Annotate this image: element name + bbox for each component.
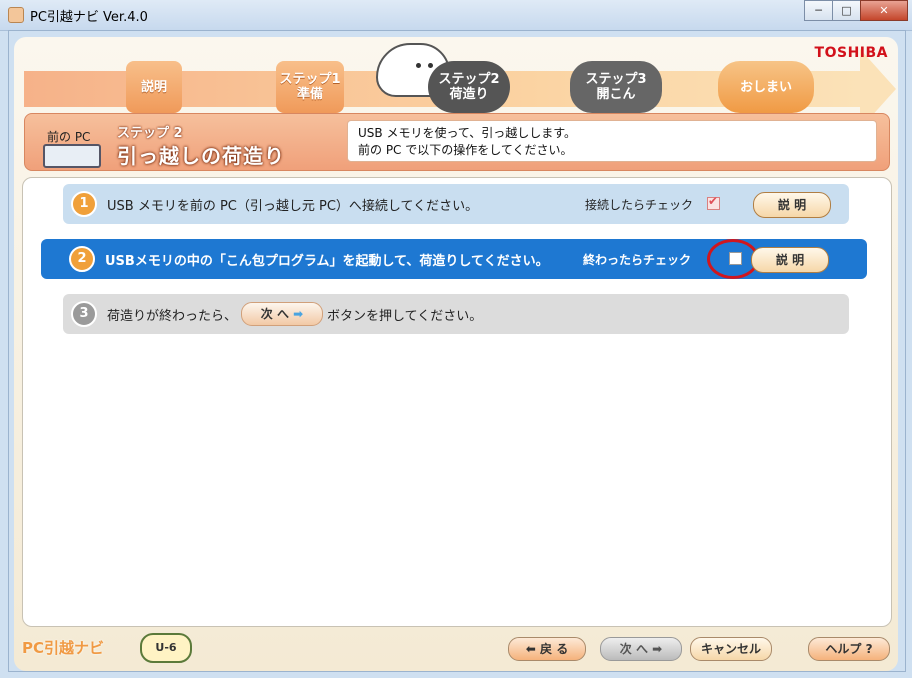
step-label: 荷造り (449, 87, 489, 102)
instruction-line: USB メモリを使って、引っ越しします。 (358, 126, 577, 140)
step-finish: おしまい (718, 61, 814, 113)
step-label: ステップ1 (279, 72, 341, 87)
version-badge: U-6 (140, 633, 192, 663)
next-label: 次 へ (619, 642, 648, 656)
check-label: 接続したらチェック (585, 198, 694, 212)
step-label: 説明 (140, 79, 167, 95)
step-label: 開こん (596, 87, 636, 102)
maximize-button[interactable]: □ (832, 0, 861, 21)
inline-next-button: 次 へ ➡ (241, 302, 324, 326)
step-1-prepare: ステップ1 準備 (276, 61, 344, 113)
back-button[interactable]: ⬅ 戻 る (508, 637, 586, 661)
toshiba-logo: TOSHIBA (814, 45, 888, 61)
instruction-message: USB メモリを使って、引っ越しします。 前の PC で以下の操作をしてください… (347, 120, 877, 162)
task-text: ボタンを押してください。 (327, 308, 483, 324)
task-row-1: 1 USB メモリを前の PC（引っ越し元 PC）へ接続してください。 接続した… (63, 184, 849, 224)
task-number-badge: 2 (69, 246, 95, 272)
window-controls: ─ □ ✕ (804, 0, 908, 21)
step-header: 前の PC ステップ 2 引っ越しの荷造り USB メモリを使って、引っ越ししま… (24, 113, 890, 171)
laptop-icon (43, 144, 101, 168)
minimize-button[interactable]: ─ (804, 0, 833, 21)
window-title: PC引越ナビ Ver.4.0 (30, 10, 148, 25)
task-text: USB メモリを前の PC（引っ越し元 PC）へ接続してください。 (107, 198, 479, 214)
step-label: ステップ2 (438, 72, 500, 87)
back-label: 戻 る (540, 642, 569, 656)
explain-button-2[interactable]: 説 明 (751, 247, 829, 273)
step-label: 準備 (296, 87, 323, 102)
task-panel: 1 USB メモリを前の PC（引っ越し元 PC）へ接続してください。 接続した… (22, 177, 892, 627)
close-button[interactable]: ✕ (860, 0, 908, 21)
inline-next-label: 次 へ (260, 307, 289, 321)
task-text: USBメモリの中の「こん包プログラム」を起動して、荷造りしてください。 (105, 253, 549, 269)
app-content: TOSHIBA 説明 ステップ1 準備 ステップ2 荷造り ステップ3 開こん … (14, 37, 898, 671)
task-row-3: 3 荷造りが終わったら、 次 へ ➡ ボタンを押してください。 (63, 294, 849, 334)
arrow-right-icon: ➡ (293, 307, 304, 321)
help-button[interactable]: ヘルプ ? (808, 637, 890, 661)
step-label: おしまい (739, 79, 792, 95)
step-3-unpacking: ステップ3 開こん (570, 61, 662, 113)
task-text: 荷造りが終わったら、 (107, 308, 238, 324)
app-icon (8, 7, 24, 23)
step-label: ステップ3 (585, 72, 647, 87)
task-row-2: 2 USBメモリの中の「こん包プログラム」を起動して、荷造りしてください。 終わ… (41, 239, 867, 279)
app-logo: PC引越ナビ (22, 639, 105, 657)
step-explanation: 説明 (126, 61, 182, 113)
instruction-line: 前の PC で以下の操作をしてください。 (358, 143, 573, 157)
step-2-packing: ステップ2 荷造り (428, 61, 510, 113)
connected-checkbox[interactable] (707, 194, 720, 210)
next-button[interactable]: 次 へ ➡ (600, 637, 682, 661)
previous-pc-label: 前の PC (47, 130, 91, 144)
check-label: 終わったらチェック (583, 253, 692, 267)
title-bar: PC引越ナビ Ver.4.0 ─ □ ✕ (0, 0, 912, 31)
task-number-badge: 3 (71, 301, 97, 327)
arrow-right-icon: ➡ (647, 642, 663, 656)
cancel-button[interactable]: キャンセル (690, 637, 772, 661)
task-number-badge: 1 (71, 191, 97, 217)
page-title: 引っ越しの荷造り (117, 144, 285, 168)
step-number: ステップ 2 (117, 126, 183, 141)
arrow-left-icon: ⬅ (525, 642, 541, 656)
explain-button-1[interactable]: 説 明 (753, 192, 831, 218)
